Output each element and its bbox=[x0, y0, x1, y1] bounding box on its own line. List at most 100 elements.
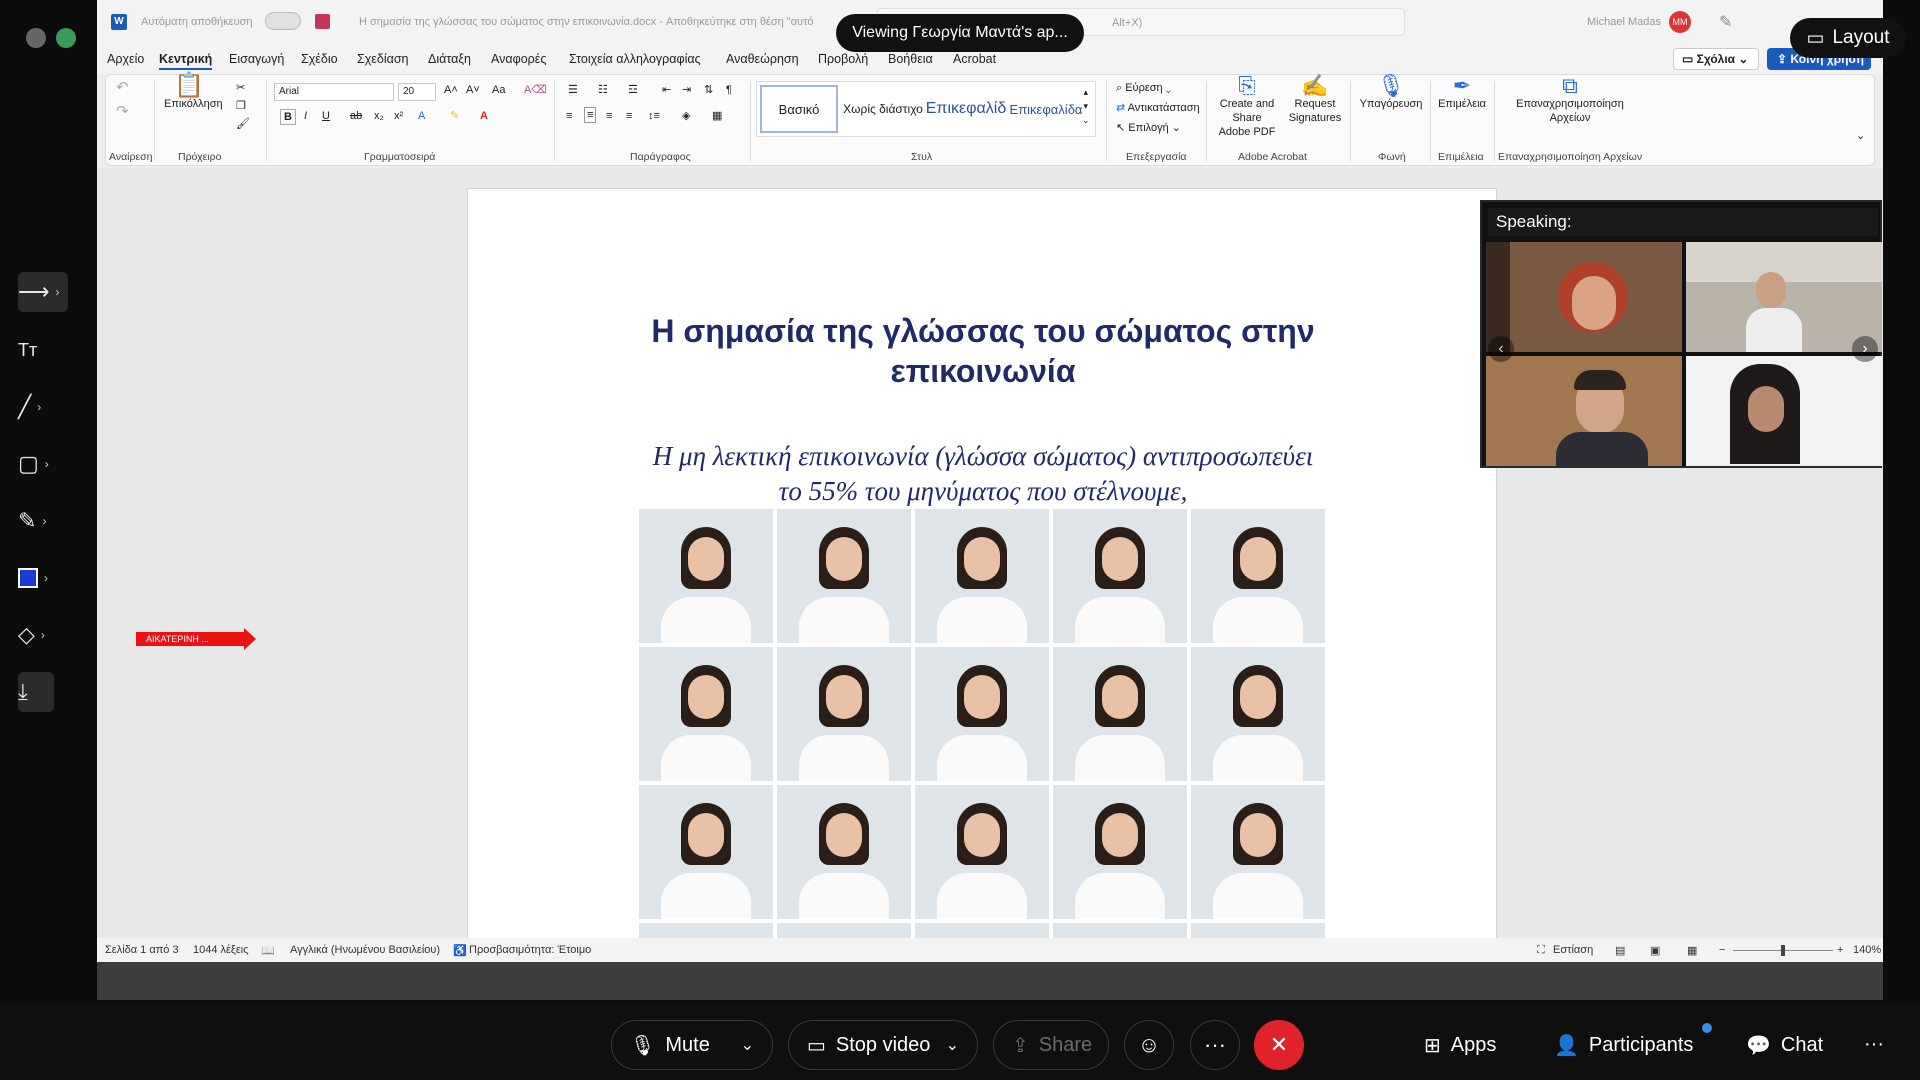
read-mode-icon[interactable]: ▤ bbox=[1615, 944, 1625, 957]
numbering-icon[interactable]: ☷ bbox=[598, 83, 608, 97]
save-icon[interactable] bbox=[315, 14, 330, 29]
text-tool[interactable]: Tт bbox=[18, 330, 68, 370]
font-size-select[interactable]: 20 bbox=[398, 83, 436, 101]
collapse-ribbon-icon[interactable]: ⌄ bbox=[1856, 129, 1865, 143]
accessibility-status[interactable]: Προσβασιμότητα: Έτοιμο bbox=[469, 944, 591, 956]
tab-review[interactable]: Αναθεώρηση bbox=[726, 52, 799, 66]
more-options-button[interactable]: ··· bbox=[1190, 1020, 1240, 1070]
font-name-select[interactable]: Arial bbox=[274, 83, 394, 101]
editor-button[interactable]: ✒ Επιμέλεια bbox=[1434, 75, 1490, 111]
sort-icon[interactable]: ⇅ bbox=[704, 83, 713, 97]
request-signatures-button[interactable]: ✍ Request Signatures bbox=[1284, 75, 1346, 125]
overflow-menu-button[interactable]: ··· bbox=[1864, 1033, 1884, 1056]
participant-video[interactable] bbox=[1486, 242, 1682, 352]
format-painter-icon[interactable]: 🖌 bbox=[236, 117, 250, 131]
eraser-tool[interactable]: ◇ › bbox=[18, 615, 68, 655]
language-status[interactable]: Αγγλικά (Ηνωμένου Βασιλείου) bbox=[290, 944, 440, 956]
arrow-tool[interactable]: ⟶ › bbox=[18, 272, 68, 312]
borders-icon[interactable]: ▦ bbox=[712, 109, 722, 123]
viewing-banner[interactable]: Viewing Γεωργία Μαντά's ap... bbox=[836, 14, 1084, 52]
comments-button[interactable]: ▭ Σχόλια ⌄ bbox=[1673, 48, 1759, 70]
apps-button[interactable]: ⊞ Apps bbox=[1424, 1033, 1496, 1058]
reuse-files-button[interactable]: ⧉ Επαναχρησιμοποίηση Αρχείων bbox=[1500, 75, 1640, 125]
line-spacing-icon[interactable]: ↕≡ bbox=[648, 109, 660, 123]
zoom-slider-thumb[interactable] bbox=[1781, 945, 1785, 956]
redo-icon[interactable]: ↷ bbox=[116, 104, 129, 119]
page-count[interactable]: Σελίδα 1 από 3 bbox=[105, 944, 179, 956]
tab-insert[interactable]: Εισαγωγή bbox=[229, 52, 284, 66]
zoom-in-button[interactable]: + bbox=[1837, 944, 1843, 956]
word-count[interactable]: 1044 λέξεις bbox=[193, 944, 249, 956]
chart-app-icon[interactable] bbox=[56, 28, 76, 48]
tab-acrobat[interactable]: Acrobat bbox=[953, 52, 996, 66]
mute-button[interactable]: 🎙 Mute ⌄ bbox=[611, 1020, 773, 1070]
save-annotation-tool[interactable]: ⤓ bbox=[18, 672, 54, 712]
strikethrough-icon[interactable]: ab bbox=[350, 109, 362, 123]
justify-icon[interactable]: ≡ bbox=[626, 109, 632, 123]
pen-icon[interactable]: ✎ bbox=[1719, 12, 1732, 32]
tab-design[interactable]: Σχεδίαση bbox=[357, 52, 409, 66]
style-normal[interactable]: Βασικό bbox=[760, 85, 838, 133]
grow-font-icon[interactable]: A˄ bbox=[444, 83, 458, 97]
increase-indent-icon[interactable]: ⇥ bbox=[682, 83, 691, 97]
print-layout-icon[interactable]: ▣ bbox=[1650, 944, 1660, 957]
web-layout-icon[interactable]: ▦ bbox=[1687, 944, 1697, 957]
previous-video-icon[interactable]: ‹ bbox=[1488, 336, 1514, 362]
proofing-icon[interactable]: 📖 bbox=[261, 944, 275, 957]
stop-video-button[interactable]: ▭ Stop video ⌄ bbox=[788, 1020, 978, 1070]
participant-video[interactable] bbox=[1486, 356, 1682, 466]
select-button[interactable]: ↖ Επιλογή ⌄ bbox=[1116, 121, 1181, 135]
tab-file[interactable]: Αρχείο bbox=[107, 52, 144, 66]
pen-tool-icon[interactable] bbox=[26, 28, 46, 48]
tab-mailings[interactable]: Στοιχεία αλληλογραφίας bbox=[569, 52, 701, 66]
bullets-icon[interactable]: ☰ bbox=[568, 83, 578, 97]
layout-button[interactable]: ▭ Layout bbox=[1790, 18, 1906, 58]
underline-icon[interactable]: U bbox=[322, 109, 330, 123]
align-left-icon[interactable]: ≡ bbox=[566, 109, 572, 123]
style-no-spacing[interactable]: Χωρίς διάστιχο bbox=[841, 85, 925, 133]
find-button[interactable]: ⌕ Εύρεση ⌄ bbox=[1116, 81, 1171, 95]
participants-button[interactable]: 👤 Participants bbox=[1554, 1023, 1712, 1058]
style-heading-2[interactable]: Επικεφαλίδα bbox=[1007, 85, 1085, 133]
cut-icon[interactable]: ✂ bbox=[236, 81, 245, 95]
tab-draw[interactable]: Σχέδιο bbox=[301, 52, 338, 66]
zoom-out-button[interactable]: − bbox=[1719, 944, 1725, 956]
shrink-font-icon[interactable]: A˅ bbox=[466, 83, 480, 97]
align-center-icon[interactable]: ≡ bbox=[584, 107, 597, 123]
italic-icon[interactable]: I bbox=[304, 109, 307, 123]
autosave-toggle[interactable] bbox=[265, 12, 301, 30]
tab-help[interactable]: Βοήθεια bbox=[888, 52, 933, 66]
line-tool[interactable]: ╱ › bbox=[18, 387, 68, 427]
zoom-level[interactable]: 140% bbox=[1853, 944, 1881, 956]
shading-icon[interactable]: ◈ bbox=[682, 109, 690, 123]
font-color-icon[interactable]: A bbox=[480, 109, 488, 123]
color-tool[interactable]: › bbox=[18, 558, 68, 598]
bold-icon[interactable]: B bbox=[280, 109, 296, 125]
style-heading-1[interactable]: Επικεφαλίδ bbox=[925, 85, 1007, 133]
clear-format-icon[interactable]: A⌫ bbox=[524, 83, 547, 97]
paste-button[interactable]: 📋 Επικόλληση bbox=[164, 74, 223, 111]
highlight-icon[interactable]: ✎ bbox=[450, 109, 459, 123]
share-screen-button[interactable]: ⇪ Share bbox=[993, 1020, 1109, 1070]
dictate-button[interactable]: 🎙 Υπαγόρευση bbox=[1356, 75, 1426, 111]
tab-references[interactable]: Αναφορές bbox=[491, 52, 546, 66]
chevron-down-icon[interactable]: ⌄ bbox=[946, 1035, 959, 1055]
decrease-indent-icon[interactable]: ⇤ bbox=[662, 83, 671, 97]
styles-scroll-icon[interactable]: ▴ ▾ ⌄ bbox=[1082, 85, 1090, 127]
participant-video[interactable] bbox=[1686, 242, 1882, 352]
tab-layout[interactable]: Διάταξη bbox=[428, 52, 471, 66]
change-case-icon[interactable]: Aa bbox=[492, 83, 505, 97]
pencil-tool[interactable]: ✎ › bbox=[18, 501, 68, 541]
superscript-icon[interactable]: x² bbox=[394, 109, 403, 123]
replace-button[interactable]: ⇄ Αντικατάσταση bbox=[1116, 101, 1200, 115]
copy-icon[interactable]: ❐ bbox=[236, 99, 246, 113]
chat-button[interactable]: 💬 Chat bbox=[1746, 1033, 1823, 1058]
text-effects-icon[interactable]: A bbox=[418, 109, 425, 123]
tab-home[interactable]: Κεντρική bbox=[159, 52, 213, 70]
subscript-icon[interactable]: x₂ bbox=[374, 109, 384, 123]
chevron-down-icon[interactable]: ⌄ bbox=[741, 1035, 754, 1055]
show-marks-icon[interactable]: ¶ bbox=[726, 83, 732, 97]
reactions-button[interactable]: ☺ bbox=[1124, 1020, 1174, 1070]
next-video-icon[interactable]: › bbox=[1852, 336, 1878, 362]
tab-view[interactable]: Προβολή bbox=[818, 52, 868, 66]
